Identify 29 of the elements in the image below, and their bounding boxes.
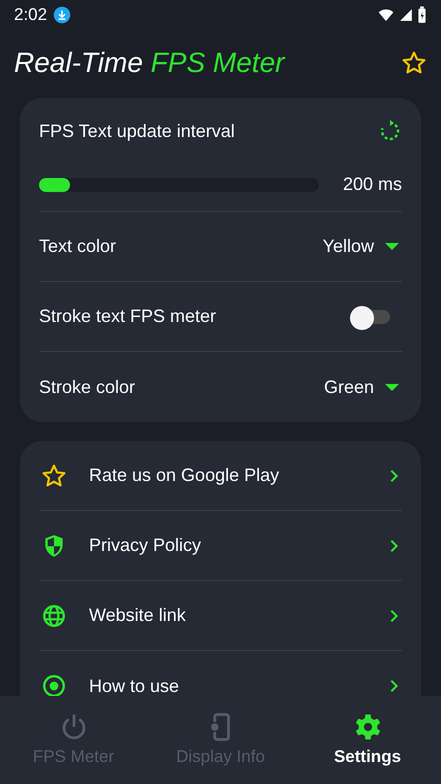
- dropdown[interactable]: Yellow: [322, 233, 402, 260]
- nav-tab[interactable]: Settings: [294, 696, 441, 784]
- link-label: Rate us on Google Play: [89, 464, 280, 487]
- link-row[interactable]: How to use: [39, 651, 402, 696]
- app-title: Real-Time FPS Meter: [14, 46, 284, 80]
- link-label: Website link: [89, 604, 187, 627]
- caret-icon: [385, 384, 399, 390]
- favorite-button[interactable]: [401, 50, 427, 76]
- star-icon: [41, 462, 67, 488]
- dropdown[interactable]: Green: [324, 374, 402, 400]
- battery-icon: [417, 6, 427, 24]
- link-row[interactable]: Privacy Policy: [39, 511, 402, 581]
- setting-label: Stroke text FPS meter: [39, 305, 216, 328]
- globe-icon: [41, 602, 67, 628]
- setting-label: Stroke color: [39, 376, 136, 398]
- link-row[interactable]: Rate us on Google Play: [39, 441, 402, 511]
- caret-icon: [385, 243, 399, 250]
- link-row[interactable]: Website link: [39, 581, 402, 651]
- slider-track[interactable]: [39, 178, 319, 192]
- toggle-switch[interactable]: [350, 306, 390, 328]
- wifi-icon: [377, 7, 395, 23]
- link-label: How to use: [89, 674, 180, 696]
- signal-icon: [399, 7, 413, 23]
- link-label: Privacy Policy: [89, 534, 202, 557]
- slider-value: 200 ms: [342, 173, 402, 196]
- status-time: 2:02: [14, 4, 48, 26]
- setting-label: FPS Text update interval: [39, 120, 235, 143]
- setting-label: Text color: [39, 235, 116, 258]
- download-icon: [53, 6, 72, 24]
